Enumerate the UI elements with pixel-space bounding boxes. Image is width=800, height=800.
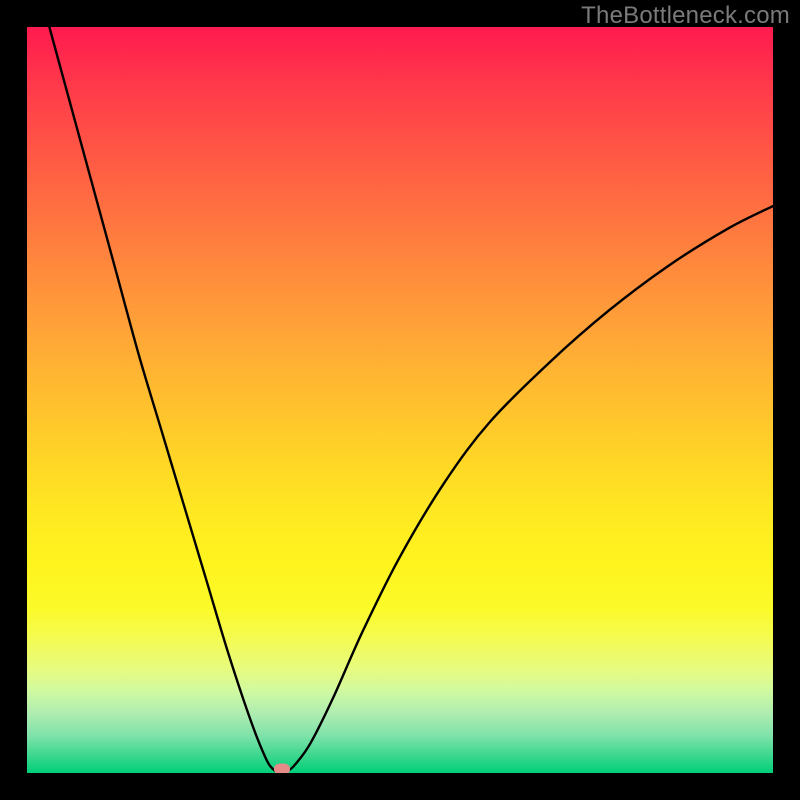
plot-area: [27, 27, 773, 773]
chart-frame: TheBottleneck.com: [0, 0, 800, 800]
curve-layer: [27, 27, 773, 773]
bottleneck-curve: [49, 27, 773, 773]
minimum-marker: [274, 763, 290, 773]
watermark-text: TheBottleneck.com: [581, 2, 790, 30]
